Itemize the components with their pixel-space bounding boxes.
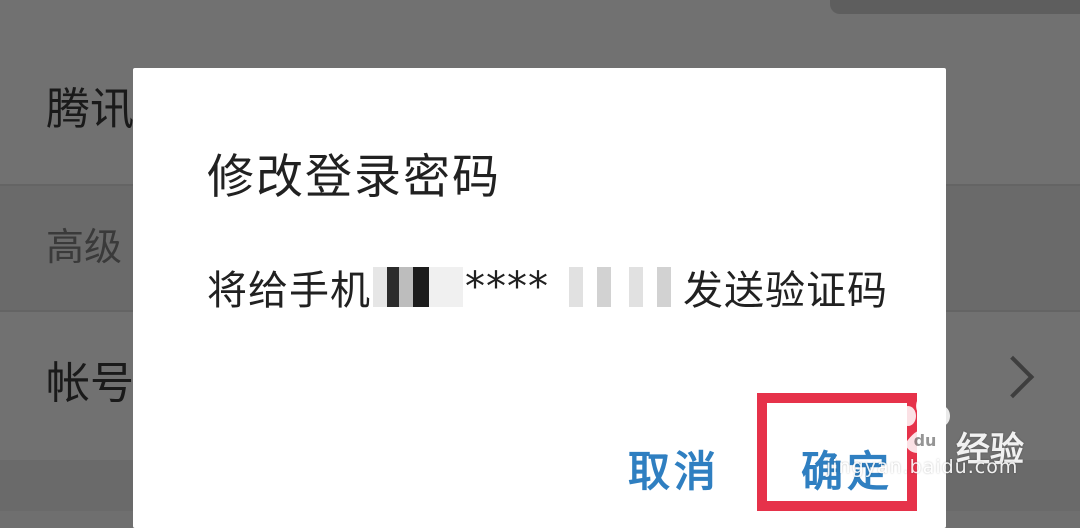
dialog-message: 将给手机 **** 发送验证码 xyxy=(207,258,888,316)
masked-phone-stars: **** xyxy=(465,264,549,310)
top-bar xyxy=(830,0,1080,14)
masked-phone-segment xyxy=(373,267,463,307)
dialog-title: 修改登录密码 xyxy=(207,150,501,205)
cancel-button[interactable]: 取消 xyxy=(628,438,720,499)
svg-text:du: du xyxy=(914,431,937,450)
message-suffix: 发送验证码 xyxy=(683,268,888,314)
masked-phone-segment xyxy=(551,267,681,307)
watermark-url: jingyan.baidu.com xyxy=(826,456,1019,478)
watermark: du 经验 jingyan.baidu.com xyxy=(826,392,1066,502)
message-prefix: 将给手机 xyxy=(207,268,371,314)
paw-logo-icon: du xyxy=(900,396,950,453)
